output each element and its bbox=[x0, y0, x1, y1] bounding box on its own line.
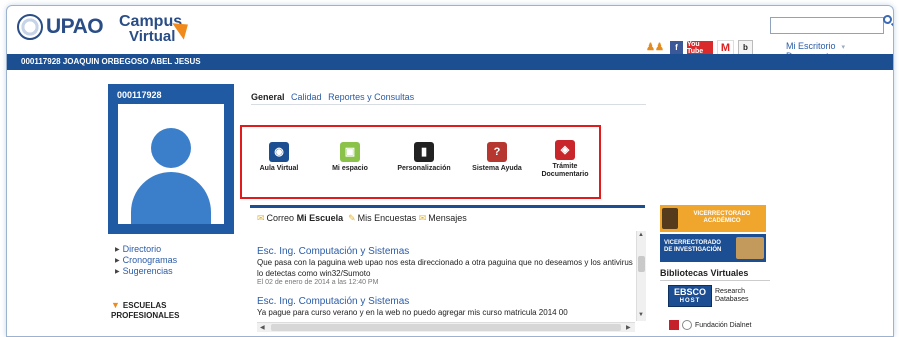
scroll-down-icon[interactable]: ▼ bbox=[638, 312, 644, 318]
tab-correo[interactable]: Correo bbox=[267, 213, 295, 223]
blogger-icon[interactable]: b bbox=[738, 40, 753, 55]
bibliotecas-divider bbox=[660, 280, 770, 281]
app-tramite-documentario[interactable]: ◈ Trámite Documentario bbox=[528, 140, 602, 179]
ebsco-host-text: HOST bbox=[679, 298, 701, 304]
app-aula-virtual[interactable]: ◉ Aula Virtual bbox=[242, 142, 316, 173]
app-label: Personalización bbox=[397, 165, 451, 172]
tab-calidad[interactable]: Calidad bbox=[291, 92, 322, 102]
avatar-head-icon bbox=[151, 128, 191, 168]
post-title[interactable]: Esc. Ing. Computación y Sistemas bbox=[257, 296, 635, 307]
horizontal-scroll-thumb[interactable] bbox=[271, 324, 621, 331]
app-label: Trámite Documentario bbox=[541, 163, 589, 178]
escuelas-label: ESCUELAS bbox=[122, 301, 167, 310]
feed-vertical-scrollbar[interactable]: ▲ ▼ bbox=[636, 231, 646, 321]
bibliotecas-title: Bibliotecas Virtuales bbox=[660, 268, 749, 278]
profile-card: 000117928 bbox=[108, 84, 234, 234]
post-title[interactable]: Esc. Ing. Computación y Sistemas bbox=[257, 246, 635, 257]
feed-header-bar bbox=[250, 205, 645, 208]
upao-logo-text: UPAO bbox=[46, 15, 104, 38]
feed-horizontal-scrollbar[interactable]: ◀ ▶ bbox=[257, 322, 635, 332]
app-label: Aula Virtual bbox=[259, 165, 299, 172]
escuelas-section[interactable]: ▼ ESCUELAS PROFESIONALES bbox=[111, 300, 179, 321]
side-link-directorio[interactable]: Directorio bbox=[115, 244, 177, 255]
ebsco-desc-2: Databases bbox=[715, 296, 749, 303]
banner-photo bbox=[662, 208, 678, 229]
chevron-down-icon[interactable]: ▾ bbox=[842, 44, 846, 51]
post-body: Ya pague para curso verano y en la web n… bbox=[257, 308, 568, 317]
mi-espacio-icon: ▣ bbox=[340, 142, 360, 162]
ebsco-logo: EBSCO HOST bbox=[668, 285, 712, 307]
correo-icon: ✉ bbox=[257, 213, 265, 223]
ebsco-desc-1: Research bbox=[715, 288, 745, 295]
user-bar-text: 000117928 JOAQUIN ORBEGOSO ABEL JESUS bbox=[21, 57, 201, 66]
banner-title: VICERRECTORADO bbox=[664, 240, 721, 246]
dialnet-label: Fundación Dialnet bbox=[695, 321, 752, 329]
gmail-icon[interactable]: M bbox=[717, 40, 734, 55]
browser-frame: UPAO Campus Virtual ♟♟ f You Tube M b Mi… bbox=[6, 5, 894, 337]
app-label: Sistema Ayuda bbox=[472, 165, 522, 172]
nav-divider bbox=[251, 104, 646, 105]
profile-code: 000117928 bbox=[117, 90, 162, 100]
vicerrectorado-academico-banner[interactable]: VICERRECTORADO ACADÉMICO bbox=[660, 205, 766, 232]
dialnet-circle-icon bbox=[682, 320, 692, 330]
post-body: Que pasa con la paguina web upao nos est… bbox=[257, 258, 633, 278]
main-nav: General Calidad Reportes y Consultas bbox=[251, 92, 418, 102]
list-item: Esc. Ing. Computación y Sistemas Que pas… bbox=[257, 246, 635, 286]
tab-general[interactable]: General bbox=[251, 92, 285, 102]
upao-logo[interactable]: UPAO bbox=[17, 14, 104, 40]
user-bar: 000117928 JOAQUIN ORBEGOSO ABEL JESUS bbox=[7, 54, 893, 70]
post-date: El 02 de enero de 2014 a las 12:40 PM bbox=[257, 279, 379, 286]
apps-panel: ◉ Aula Virtual ▣ Mi espacio ▮ Personaliz… bbox=[240, 125, 601, 199]
tab-reportes[interactable]: Reportes y Consultas bbox=[328, 92, 414, 102]
scroll-right-icon[interactable]: ▶ bbox=[626, 324, 631, 331]
upao-seal-icon bbox=[17, 14, 43, 40]
personalizacion-icon: ▮ bbox=[414, 142, 434, 162]
campus-virtual-logo[interactable]: Campus Virtual bbox=[119, 14, 182, 45]
feed-tabs: ✉ Correo Mi Escuela ✎ Mis Encuestas ✉ Mensa… bbox=[257, 213, 467, 224]
campus-logo-line2: Virtual bbox=[129, 28, 176, 45]
banner-subtitle: ACADÉMICO bbox=[703, 218, 741, 224]
search-icon[interactable] bbox=[883, 15, 892, 24]
scroll-up-icon[interactable]: ▲ bbox=[638, 232, 644, 238]
tab-mensajes[interactable]: Mensajes bbox=[428, 213, 467, 223]
banner-photo bbox=[736, 237, 764, 259]
app-sistema-ayuda[interactable]: ? Sistema Ayuda bbox=[460, 142, 534, 173]
app-mi-espacio[interactable]: ▣ Mi espacio bbox=[313, 142, 387, 173]
social-links: ♟♟ f You Tube M b bbox=[644, 40, 753, 55]
vicerrectorado-investigacion-banner[interactable]: VICERRECTORADO DE INVESTIGACIÓN bbox=[660, 234, 766, 262]
dialnet-link[interactable]: Fundación Dialnet bbox=[669, 320, 751, 330]
side-link-cronogramas[interactable]: Cronogramas bbox=[115, 255, 178, 266]
avatar bbox=[118, 104, 224, 224]
tab-mis-encuestas[interactable]: Mis Encuestas bbox=[358, 213, 417, 223]
side-links: Directorio Cronogramas Sugerencias bbox=[115, 244, 178, 277]
app-personalizacion[interactable]: ▮ Personalización bbox=[387, 142, 461, 173]
group-icon[interactable]: ♟♟ bbox=[644, 41, 666, 54]
facebook-icon[interactable]: f bbox=[670, 41, 683, 54]
escuelas-label-2: PROFESIONALES bbox=[111, 311, 180, 320]
aula-virtual-icon: ◉ bbox=[269, 142, 289, 162]
youtube-icon[interactable]: You Tube bbox=[687, 41, 713, 55]
mi-escritorio-link[interactable]: Mi Escritorio bbox=[786, 41, 836, 51]
encuestas-icon: ✎ bbox=[348, 213, 356, 223]
triangle-down-icon: ▼ bbox=[111, 300, 120, 310]
side-link-sugerencias[interactable]: Sugerencias bbox=[115, 266, 177, 277]
ebsco-link[interactable]: EBSCO HOST Research Databases bbox=[668, 285, 748, 307]
banner-title: VICERRECTORADO bbox=[693, 211, 751, 217]
mensajes-icon: ✉ bbox=[418, 213, 427, 223]
tab-mi-escuela[interactable]: Mi Escuela bbox=[297, 213, 344, 223]
vertical-scroll-thumb[interactable] bbox=[638, 256, 645, 272]
search-input[interactable] bbox=[770, 17, 884, 34]
tramite-documentario-icon: ◈ bbox=[555, 140, 575, 160]
avatar-body-icon bbox=[131, 172, 211, 224]
banner-subtitle: DE INVESTIGACIÓN bbox=[664, 247, 722, 253]
feed-list: Esc. Ing. Computación y Sistemas Que pas… bbox=[250, 231, 635, 321]
dialnet-logo-icon bbox=[669, 320, 679, 330]
ebsco-logo-text: EBSCO bbox=[673, 287, 706, 297]
list-item: Esc. Ing. Computación y Sistemas Ya pagu… bbox=[257, 296, 635, 318]
help-icon: ? bbox=[487, 142, 507, 162]
scroll-left-icon[interactable]: ◀ bbox=[260, 324, 265, 331]
app-label: Mi espacio bbox=[332, 165, 368, 172]
